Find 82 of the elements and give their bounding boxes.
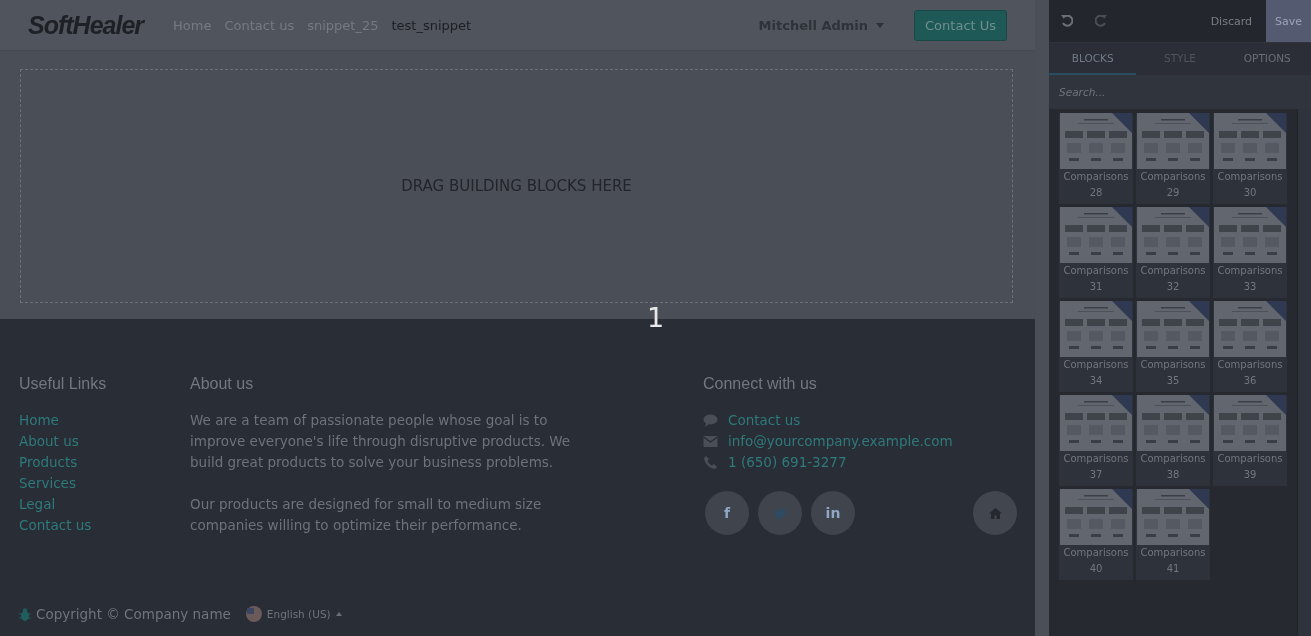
search-field[interactable]: Search... <box>1049 75 1311 109</box>
block-card[interactable]: Comparisons 36 <box>1213 301 1287 392</box>
block-card[interactable]: Comparisons 31 <box>1059 207 1133 298</box>
linkedin-button[interactable]: in <box>811 491 855 535</box>
bird-icon <box>773 507 787 519</box>
block-card[interactable]: Comparisons 38 <box>1136 395 1210 486</box>
block-label: Comparisons 32 <box>1139 264 1207 294</box>
phone-icon <box>703 456 718 469</box>
block-card[interactable]: Comparisons 33 <box>1213 207 1287 298</box>
block-card[interactable]: Comparisons 40 <box>1059 489 1133 580</box>
footer-link[interactable]: About us <box>19 431 79 452</box>
caret-icon <box>335 612 342 616</box>
undo-icon[interactable] <box>1061 15 1073 27</box>
block-label: Comparisons 34 <box>1062 358 1130 388</box>
block-preview-drawing <box>1060 395 1132 451</box>
scrollbar[interactable] <box>1035 0 1049 636</box>
footer-link[interactable]: Contact us <box>19 515 92 536</box>
block-preview-drawing <box>1137 113 1209 169</box>
block-label: Comparisons 40 <box>1062 546 1130 576</box>
section-heading: Connect with us <box>703 375 818 393</box>
block-preview-drawing <box>1060 489 1132 545</box>
copyright-text: Copyright © Company name <box>36 606 231 622</box>
contact-link[interactable]: info@yourcompany.example.com <box>728 431 953 452</box>
section-heading: Useful Links <box>19 375 107 393</box>
block-card[interactable]: Comparisons 32 <box>1136 207 1210 298</box>
block-label: Comparisons 28 <box>1062 170 1130 200</box>
block-preview-drawing <box>1060 301 1132 357</box>
paragraph: Our products are designed for small to medium size companies willing to optimize their performance. <box>190 495 543 535</box>
step-number: 1 <box>647 302 665 333</box>
block-card[interactable]: Comparisons 34 <box>1059 301 1133 392</box>
bug-icon <box>19 607 31 621</box>
block-card[interactable]: Comparisons 41 <box>1136 489 1210 580</box>
block-card[interactable]: Comparisons 30 <box>1213 113 1287 204</box>
language-selector[interactable]: English (US) <box>266 608 331 620</box>
block-label: Comparisons 29 <box>1139 170 1207 200</box>
block-card[interactable]: Comparisons 28 <box>1059 113 1133 204</box>
block-label: Comparisons 31 <box>1062 264 1130 294</box>
discard-button[interactable]: Discard <box>1204 13 1258 29</box>
contact-link[interactable]: Contact us <box>728 410 801 431</box>
block-card[interactable]: Comparisons 29 <box>1136 113 1210 204</box>
save-button[interactable]: Save <box>1266 0 1311 42</box>
block-preview-drawing <box>1060 113 1132 169</box>
block-preview-drawing <box>1214 395 1286 451</box>
chat-icon <box>703 414 718 427</box>
block-label: Comparisons 33 <box>1216 264 1284 294</box>
footer-link[interactable]: Legal <box>19 494 56 515</box>
block-label: Comparisons 38 <box>1139 452 1207 482</box>
block-preview-drawing <box>1137 489 1209 545</box>
footer-link[interactable]: Services <box>19 473 76 494</box>
block-preview-drawing <box>1060 207 1132 263</box>
panel-tab[interactable]: OPTIONS <box>1223 43 1311 75</box>
block-preview-drawing <box>1214 301 1286 357</box>
caret-icon <box>876 22 885 28</box>
block-preview-drawing <box>1137 207 1209 263</box>
facebook-button[interactable]: f <box>705 491 749 535</box>
block-preview-drawing <box>1137 395 1209 451</box>
paragraph: We are a team of passionate people whose goal is to improve everyone's life through disruptive products. We build great products to solve your business problems. <box>190 411 572 472</box>
block-label: Comparisons 30 <box>1216 170 1284 200</box>
block-label: Comparisons 39 <box>1216 452 1284 482</box>
flag-icon <box>245 606 262 622</box>
contact-button[interactable]: Contact Us <box>914 9 1008 41</box>
block-label: Comparisons 35 <box>1139 358 1207 388</box>
block-preview-drawing <box>1214 113 1286 169</box>
block-label: Comparisons 41 <box>1139 546 1207 576</box>
home-icon <box>988 507 1002 519</box>
block-card[interactable]: Comparisons 37 <box>1059 395 1133 486</box>
twitter-button[interactable] <box>758 491 802 535</box>
block-card[interactable]: Comparisons 39 <box>1213 395 1287 486</box>
block-preview-drawing <box>1137 301 1209 357</box>
logo[interactable]: SoftHealer <box>28 10 144 40</box>
block-card[interactable]: Comparisons 35 <box>1136 301 1210 392</box>
nav-link[interactable]: test_snippet <box>391 17 472 33</box>
footer-link[interactable]: Home <box>19 410 59 431</box>
mail-icon <box>703 436 718 447</box>
home-button[interactable] <box>973 491 1018 535</box>
block-label: Comparisons 36 <box>1216 358 1284 388</box>
contact-link[interactable]: 1 (650) 691-3277 <box>728 452 847 473</box>
section-heading: About us <box>190 375 255 393</box>
footer-link[interactable]: Products <box>19 452 78 473</box>
block-label: Comparisons 37 <box>1062 452 1130 482</box>
block-preview-drawing <box>1214 207 1286 263</box>
redo-icon[interactable] <box>1095 15 1107 27</box>
